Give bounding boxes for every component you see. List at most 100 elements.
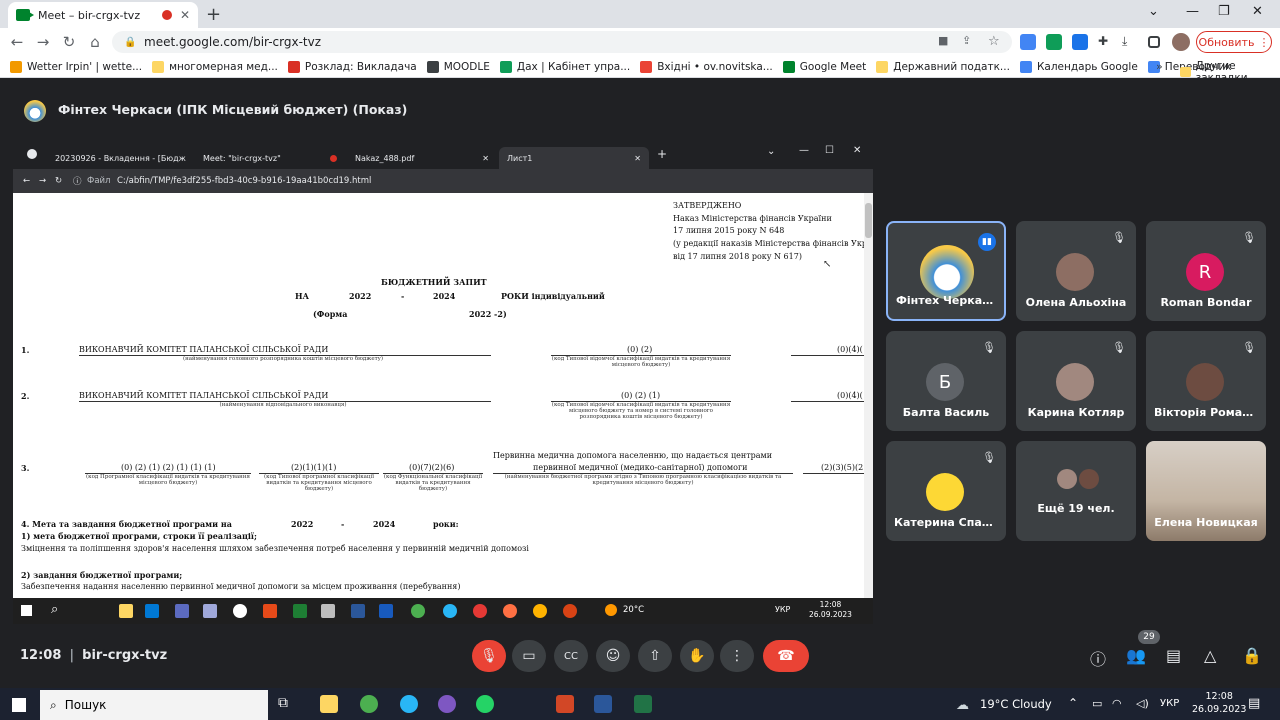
whatsapp-icon[interactable] xyxy=(476,695,494,713)
folder-icon xyxy=(1180,67,1191,77)
side-panel-icon[interactable] xyxy=(1148,36,1160,48)
minimize-icon: — xyxy=(799,145,809,156)
update-button[interactable]: Обновить ⋮ xyxy=(1196,31,1272,53)
telegram-icon[interactable] xyxy=(400,695,418,713)
close-tab-icon[interactable]: ✕ xyxy=(180,8,190,22)
participant-tile[interactable]: R 🎙 Roman Bondar xyxy=(1146,221,1266,321)
mic-muted-icon: 🎙 xyxy=(1242,341,1256,354)
extension-icon[interactable] xyxy=(1020,34,1036,50)
minimize-icon[interactable]: — xyxy=(1186,4,1199,19)
app-icon xyxy=(233,604,247,618)
participant-tile[interactable]: 🎙 Вікторія Роман... xyxy=(1146,331,1266,431)
bookmark-item[interactable]: Вхідні • ov.novitska... xyxy=(640,60,773,73)
bookmark-item[interactable]: MOODLE xyxy=(426,60,490,73)
shared-address-bar: ← → ↻ ⓘ Файл C:/abfin/TMP/fe3df255-fbd3-… xyxy=(13,169,873,193)
close-window-icon[interactable]: ✕ xyxy=(1252,4,1263,19)
doc-year: 2022 xyxy=(349,291,372,301)
bookmark-item[interactable]: Google Meet xyxy=(782,60,866,73)
participant-tile[interactable]: 🎙 Олена Альохіна xyxy=(1016,221,1136,321)
bookmarks-bar: Wetter Irpin' | wette... многомерная мед.… xyxy=(0,56,1280,78)
extensions-puzzle-icon[interactable]: ✚ xyxy=(1098,34,1114,50)
notifications-icon[interactable]: ▤ xyxy=(1248,696,1260,711)
browser-tab-meet[interactable]: Meet – bir-crgx-tvz ✕ xyxy=(8,2,198,28)
caption: (найменування бюджетної програми згідно … xyxy=(504,474,782,486)
participant-tile[interactable]: Ещё 19 чел. xyxy=(1016,441,1136,541)
shared-clock: 12:08 26.09.2023 xyxy=(809,600,852,620)
participant-tile[interactable]: 🎙 Карина Котляр xyxy=(1016,331,1136,431)
windows-clock[interactable]: 12:08 26.09.2023 xyxy=(1192,690,1246,716)
language-indicator[interactable]: УКР xyxy=(1160,698,1179,709)
translate-extension-icon[interactable] xyxy=(1072,34,1088,50)
participant-tile[interactable]: ▮▮ Фінтех Черкаси... xyxy=(886,221,1006,321)
forward-icon[interactable]: → xyxy=(30,33,56,51)
bookmark-item[interactable]: Wetter Irpin' | wette... xyxy=(10,60,142,73)
reactions-button[interactable]: ☺ xyxy=(596,640,630,672)
people-icon[interactable]: 👥 xyxy=(1126,646,1146,665)
document-title: БЮДЖЕТНИЙ ЗАПИТ xyxy=(381,277,487,287)
bookmark-item[interactable]: многомерная мед... xyxy=(152,60,278,73)
participant-avatar xyxy=(1057,469,1077,489)
present-button[interactable]: ⇧ xyxy=(638,640,672,672)
tray-chevron-icon[interactable]: ⌃ xyxy=(1068,696,1078,710)
new-tab-button[interactable]: + xyxy=(206,4,221,25)
code-value: (0) (2) (1) (2) (1) (1) (1) xyxy=(121,463,216,472)
new-tab-icon: + xyxy=(657,147,668,161)
chat-icon[interactable]: ▤ xyxy=(1166,646,1181,665)
home-icon[interactable]: ⌂ xyxy=(82,33,108,51)
bookmark-star-icon[interactable]: ☆ xyxy=(988,34,1004,50)
meeting-time: 12:08 xyxy=(20,648,62,663)
mic-off-button[interactable]: 🎙 xyxy=(472,640,506,672)
participant-avatar xyxy=(1186,363,1224,401)
raise-hand-button[interactable]: ✋ xyxy=(680,640,714,672)
windows-start-icon[interactable] xyxy=(12,698,26,712)
vscode-icon xyxy=(145,604,159,618)
participant-tile[interactable]: Б 🎙 Балта Василь xyxy=(886,331,1006,431)
mic-off-icon: 🎙 xyxy=(480,648,498,664)
bookmark-item[interactable]: Державний податк... xyxy=(876,60,1010,73)
leave-call-button[interactable]: ☎ xyxy=(763,640,809,672)
extension-icon[interactable] xyxy=(1046,34,1062,50)
app-icon xyxy=(321,604,335,618)
camera-button[interactable]: ▭ xyxy=(512,640,546,672)
host-controls-icon[interactable]: 🔒 xyxy=(1242,646,1262,665)
meeting-info-icon[interactable]: ⓘ xyxy=(1090,646,1106,670)
windows-search-box[interactable]: ⌕ Пошук xyxy=(40,690,268,720)
maximize-icon[interactable]: ❐ xyxy=(1218,4,1230,19)
bookmark-icon xyxy=(152,60,165,73)
profile-avatar[interactable] xyxy=(1172,33,1190,51)
shared-tab: Meet: "bir-crgx-tvz" xyxy=(195,147,345,169)
powerpoint-icon[interactable] xyxy=(556,695,574,713)
activities-icon[interactable]: △ xyxy=(1204,646,1216,665)
camera-icon[interactable]: ■ xyxy=(938,34,954,50)
participant-tile[interactable]: 🎙 Катерина Спан... xyxy=(886,441,1006,541)
download-icon[interactable]: ⤓ xyxy=(1122,34,1138,50)
participant-avatar xyxy=(1056,467,1100,491)
approved-line: Наказ Міністерства фінансів України xyxy=(673,214,832,223)
address-bar[interactable]: 🔒 meet.google.com/bir-crgx-tvz xyxy=(112,31,1012,53)
share-icon[interactable]: ⇪ xyxy=(962,34,978,50)
captions-button[interactable]: CC xyxy=(554,640,588,672)
approved-line: (у редакції наказів Міністерства фінансі… xyxy=(673,239,873,248)
participant-tile[interactable]: Елена Новицкая xyxy=(1146,441,1266,541)
word-icon[interactable] xyxy=(594,695,612,713)
more-options-button[interactable]: ⋮ xyxy=(720,640,754,672)
bookmark-item[interactable]: Дах | Кабінет упра... xyxy=(499,60,630,73)
bookmark-item[interactable]: Розклад: Викладача xyxy=(287,60,417,73)
volume-icon[interactable]: ◁) xyxy=(1136,697,1149,710)
network-icon[interactable]: ▭ xyxy=(1092,697,1102,710)
avatar-initial: Б xyxy=(938,371,952,393)
chrome-icon[interactable] xyxy=(360,695,378,713)
budget-document: ЗАТВЕРДЖЕНО Наказ Міністерства фінансів … xyxy=(13,193,873,598)
shared-tab-strip: 20230926 - Вкладення - [Бюдж Meet: "bir-… xyxy=(13,142,873,169)
weather-text[interactable]: 19°C Cloudy xyxy=(980,697,1052,711)
wifi-icon[interactable]: ◠ xyxy=(1112,697,1122,710)
window-collapse-icon[interactable]: ⌄ xyxy=(1148,4,1159,19)
bookmark-item[interactable]: Календарь Google xyxy=(1019,60,1138,73)
back-icon[interactable]: ← xyxy=(4,33,30,51)
excel-icon[interactable] xyxy=(634,695,652,713)
bookmarks-overflow-icon[interactable]: » xyxy=(1156,60,1163,73)
task-view-icon[interactable]: ⧉ xyxy=(278,695,296,713)
file-explorer-icon[interactable] xyxy=(320,695,338,713)
viber-icon[interactable] xyxy=(438,695,456,713)
reload-icon[interactable]: ↻ xyxy=(56,33,82,51)
